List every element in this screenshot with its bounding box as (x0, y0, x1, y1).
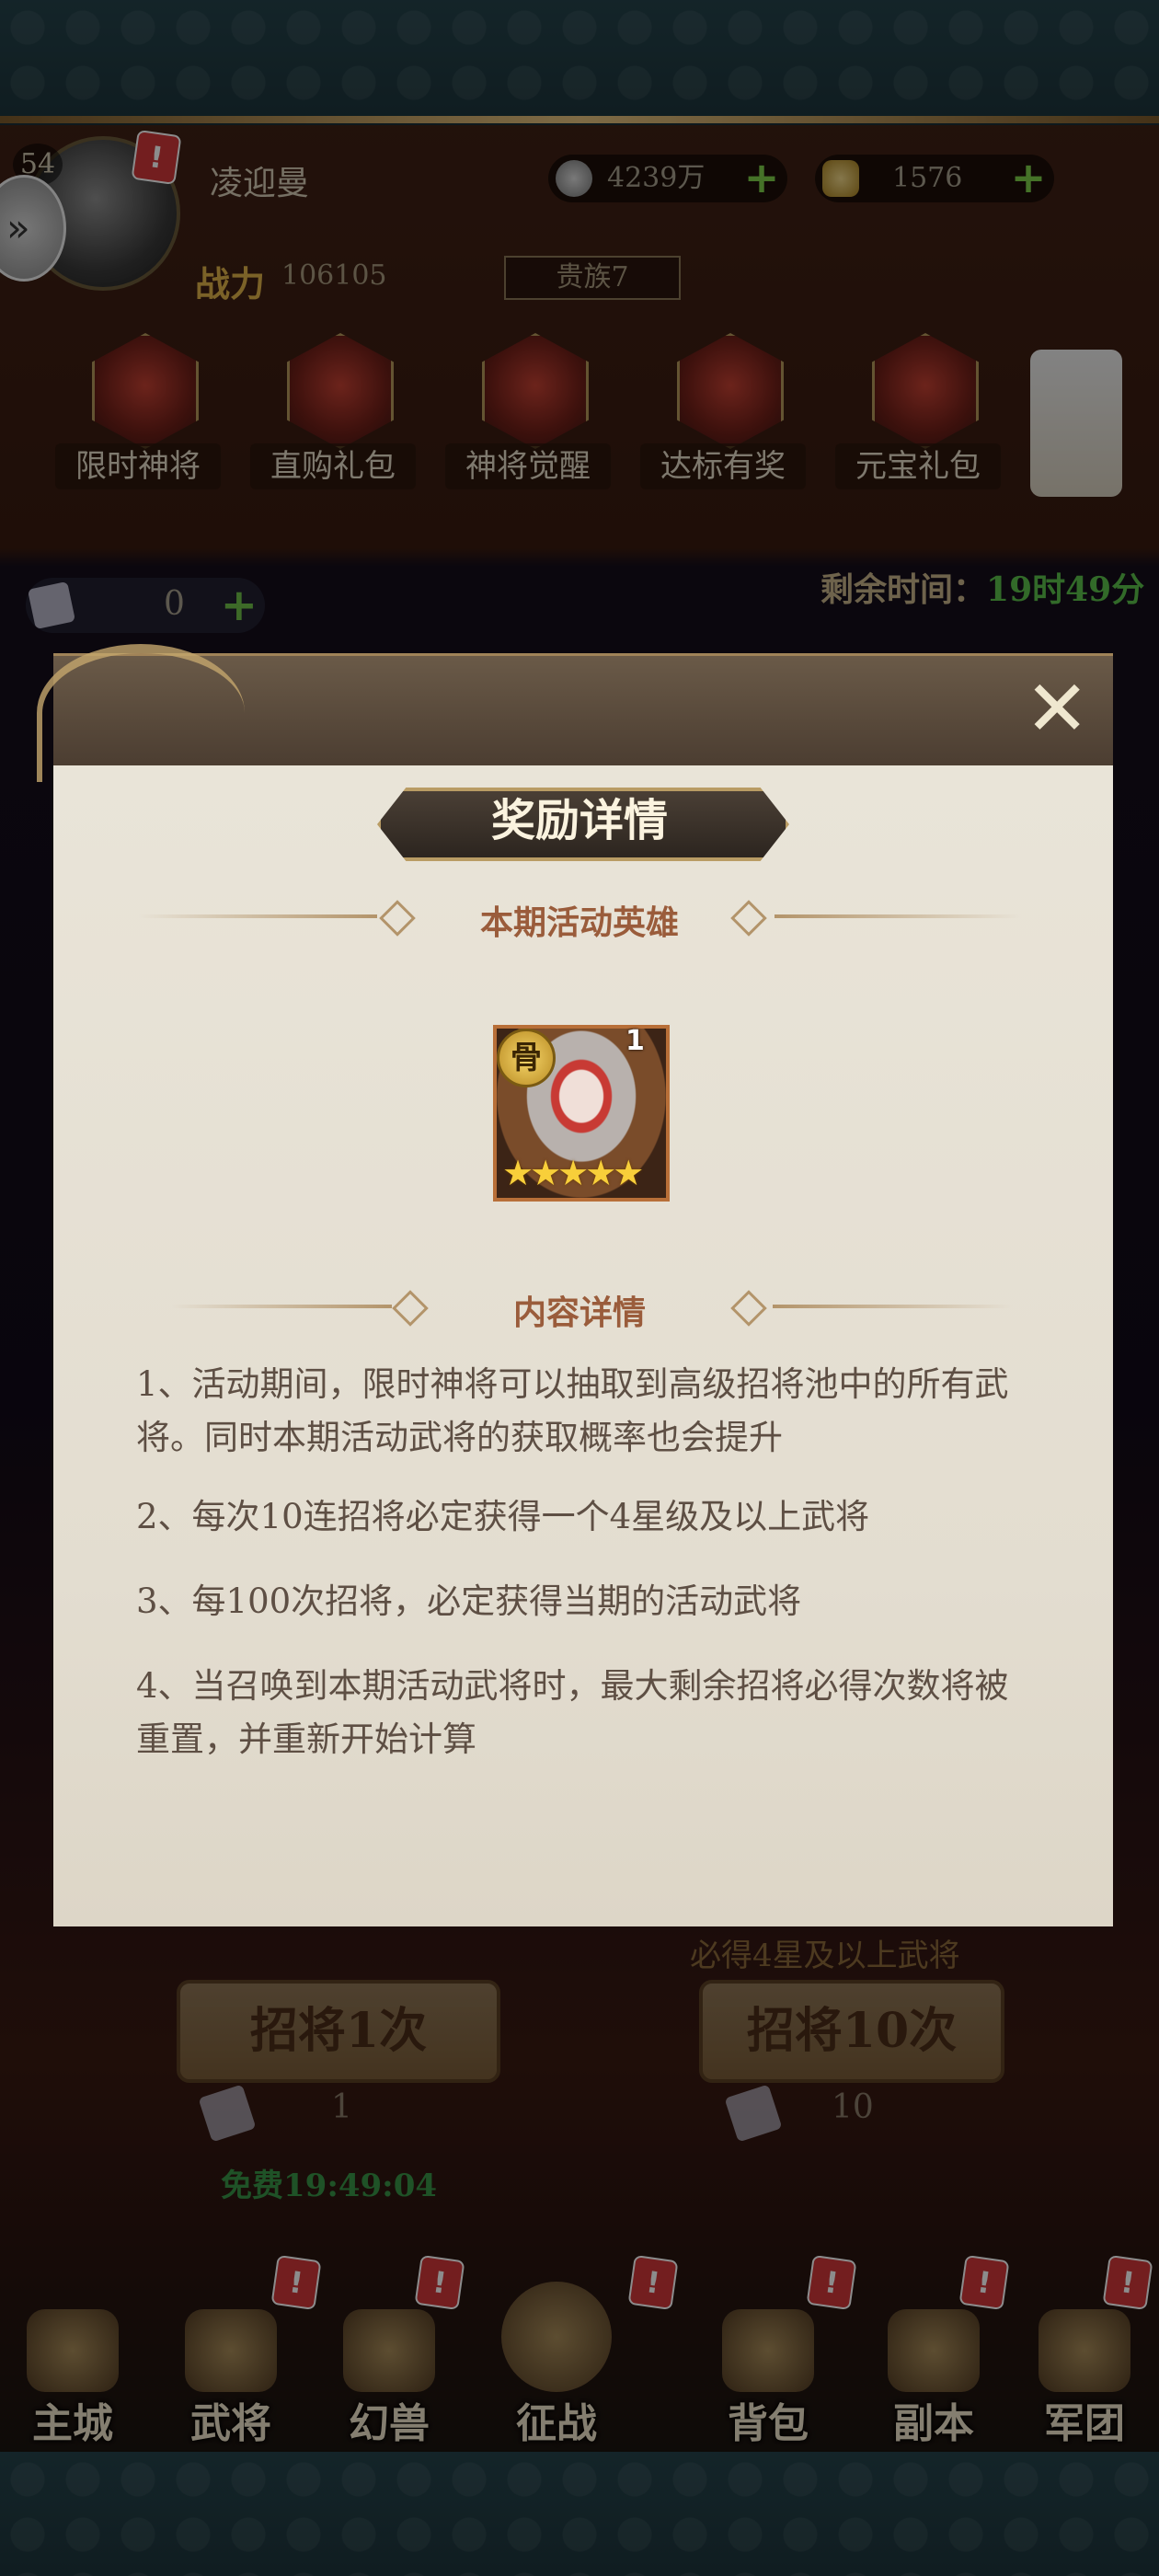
cloud-ornament (37, 644, 245, 782)
content-section-title: 内容详情 (512, 1294, 646, 1332)
close-button[interactable]: ✕ (1017, 670, 1095, 747)
hero-section-title: 本期活动英雄 (479, 903, 679, 942)
hero-grade-medal: 骨 (497, 1029, 556, 1087)
rule-item: 2、每次10连招将必定获得一个4星级及以上武将 (136, 1497, 870, 1536)
close-icon: ✕ (1025, 663, 1090, 753)
hero-stars: ★★★★★ (502, 1153, 644, 1193)
divider-line (138, 914, 377, 918)
rule-item: 4、当召唤到本期活动武将时，最大剩余招将必得次数将被重置，并重新开始计算 (136, 1666, 1009, 1759)
divider-line (773, 1305, 1012, 1308)
hero-count: 1 (625, 1025, 645, 1057)
rule-item: 1、活动期间，限时神将可以抽取到高级招将池中的所有武将。同时本期活动武将的获取概… (136, 1364, 1009, 1457)
modal-title: 奖励详情 (490, 795, 668, 846)
rule-item: 3、每100次招将，必定获得当期的活动武将 (136, 1581, 802, 1621)
divider-line (775, 914, 1021, 918)
divider-line (171, 1305, 392, 1308)
